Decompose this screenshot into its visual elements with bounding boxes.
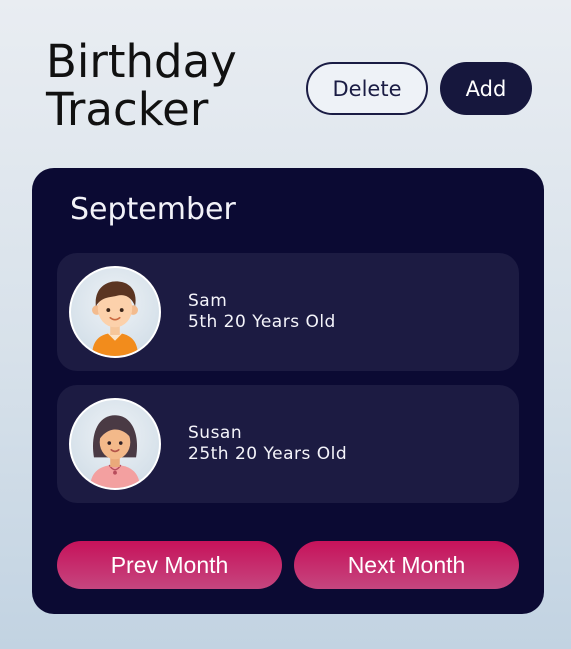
birthday-card: September Sam 5th 20 Years Old Susan 25t…: [32, 168, 544, 614]
birthday-entry[interactable]: Susan 25th 20 Years Old: [57, 385, 519, 503]
next-month-button[interactable]: Next Month: [294, 541, 519, 589]
entry-detail: 5th 20 Years Old: [188, 312, 336, 332]
boy-avatar-icon: [69, 266, 161, 358]
header: Birthday Tracker Delete Add: [0, 0, 571, 168]
title-line-2: Tracker: [46, 83, 209, 136]
entry-info: Susan 25th 20 Years Old: [188, 423, 347, 465]
page-title: Birthday Tracker: [46, 38, 286, 134]
birthday-entry[interactable]: Sam 5th 20 Years Old: [57, 253, 519, 371]
title-line-1: Birthday: [46, 35, 237, 88]
entry-name: Susan: [188, 423, 243, 443]
entry-detail: 25th 20 Years Old: [188, 444, 348, 464]
add-button[interactable]: Add: [440, 62, 532, 115]
delete-button[interactable]: Delete: [306, 62, 428, 115]
month-title: September: [70, 192, 236, 227]
prev-month-button[interactable]: Prev Month: [57, 541, 282, 589]
entry-info: Sam 5th 20 Years Old: [188, 291, 336, 333]
girl-avatar-icon: [69, 398, 161, 490]
entry-name: Sam: [188, 291, 228, 311]
